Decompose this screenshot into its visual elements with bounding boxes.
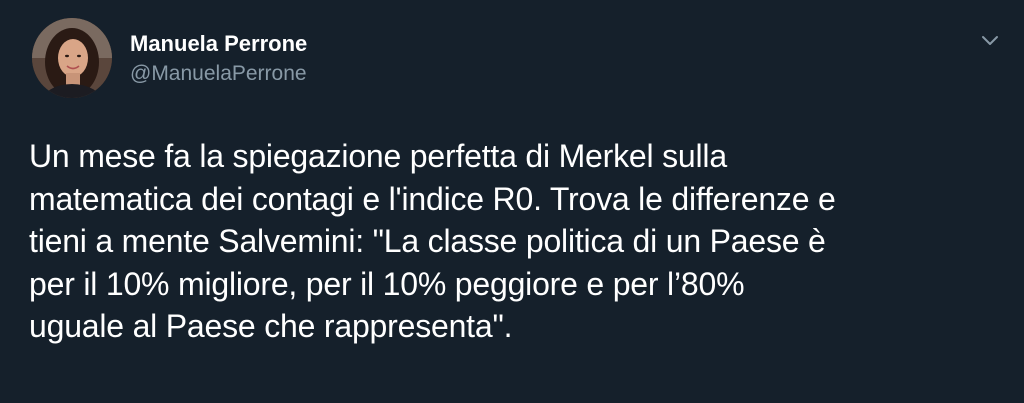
tweet-card: Manuela Perrone @ManuelaPerrone Un mese … [0, 0, 1024, 403]
tweet-text: Un mese fa la spiegazione perfetta di Me… [29, 138, 836, 344]
author-display-name[interactable]: Manuela Perrone [130, 31, 307, 57]
avatar[interactable] [32, 18, 112, 98]
author-handle[interactable]: @ManuelaPerrone [130, 62, 307, 86]
chevron-down-icon[interactable] [978, 28, 1002, 52]
